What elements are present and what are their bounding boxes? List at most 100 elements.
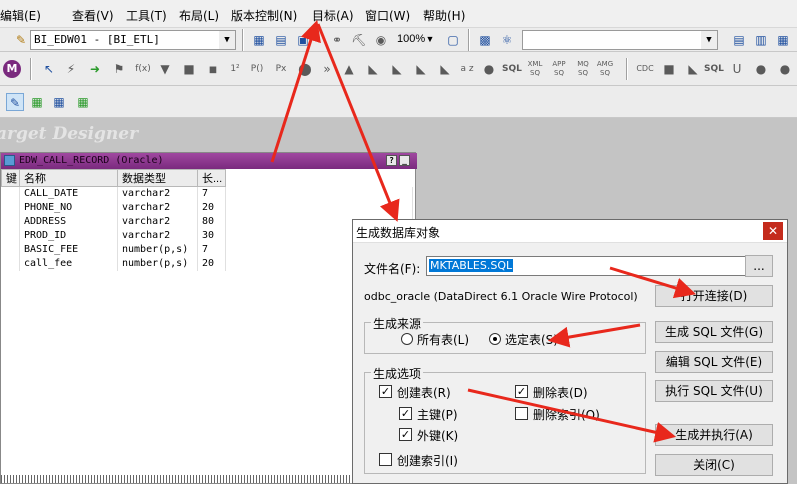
menu-edit[interactable]: 编辑(E) [0, 7, 41, 24]
target-icon[interactable]: ⚑ [110, 60, 128, 78]
close-icon[interactable]: ✕ [763, 222, 783, 240]
xml-sq-icon[interactable]: XML SQ [526, 60, 544, 78]
help-icon[interactable]: ? [386, 155, 397, 166]
layout-icon-2[interactable]: ▥ [752, 31, 770, 49]
more-icon[interactable]: ● [776, 60, 794, 78]
source-icon[interactable]: ➜ [86, 60, 104, 78]
sql-transform-icon[interactable]: SQL [704, 60, 724, 78]
sequence-icon[interactable]: 1² [226, 60, 244, 78]
expression-icon[interactable]: f(x) [134, 60, 152, 78]
normalizer-icon[interactable]: ⬤ [296, 60, 314, 78]
browse-button[interactable]: ... [745, 255, 773, 277]
drop-table-checkbox[interactable]: ✓ [515, 385, 528, 398]
execute-sql-button[interactable]: 执行 SQL 文件(U) [655, 380, 773, 402]
sorter-icon[interactable]: ◣ [412, 60, 430, 78]
custom-icon[interactable]: Px [272, 60, 290, 78]
table-row[interactable]: call_fee number(p,s) 20 [1, 256, 413, 271]
create-table-checkbox[interactable]: ✓ [379, 385, 392, 398]
table-row[interactable]: ADDRESS varchar2 80 [1, 214, 413, 229]
drop-index-checkbox[interactable] [515, 407, 528, 420]
validate-icon[interactable]: ▩ [476, 31, 494, 49]
joiner-icon[interactable]: ▲ [340, 60, 358, 78]
amg-sq-icon[interactable]: AMG SQ [596, 60, 614, 78]
overview-icon[interactable]: ▣ [294, 31, 312, 49]
lookup-icon[interactable]: ◣ [364, 60, 382, 78]
layout-icon-3[interactable]: ▦ [774, 31, 792, 49]
generate-and-execute-button[interactable]: 生成并执行(A) [655, 424, 773, 446]
unstructured-icon[interactable]: U [728, 60, 746, 78]
menu-version-control[interactable]: 版本控制(N) [231, 7, 297, 24]
mapplet-icon[interactable]: ◣ [684, 60, 702, 78]
sql-icon[interactable]: SQL [502, 60, 522, 78]
column-type: varchar2 [117, 186, 198, 201]
filename-field[interactable]: MKTABLES.SQL [426, 256, 746, 276]
debug-icon[interactable]: ⚛ [498, 31, 516, 49]
table-row[interactable]: CALL_DATE varchar2 7 [1, 186, 413, 201]
arrange-icon[interactable]: ⛏ [350, 31, 368, 49]
procedure-icon[interactable]: P() [248, 60, 266, 78]
table-row[interactable]: PHONE_NO varchar2 20 [1, 200, 413, 215]
selected-tables-radio[interactable] [489, 333, 501, 345]
link-column-icon[interactable]: ⚡ [62, 60, 80, 78]
repository-folder-select[interactable]: BI_EDW01 - [BI_ETL] ▼ [30, 30, 236, 50]
minimize-icon[interactable]: _ [399, 155, 410, 166]
fit-window-icon[interactable]: ▢ [444, 31, 462, 49]
chevron-down-icon[interactable]: ▼ [422, 30, 438, 48]
update-strategy-icon[interactable]: ◣ [388, 60, 406, 78]
menu-view[interactable]: 查看(V) [72, 7, 114, 24]
generate-sql-button[interactable]: 生成 SQL 文件(G) [655, 321, 773, 343]
primary-key-checkbox[interactable]: ✓ [399, 407, 412, 420]
layout-icon-1[interactable]: ▤ [730, 31, 748, 49]
search-icon[interactable]: ◉ [372, 31, 390, 49]
column-header-name: 名称 [19, 169, 118, 187]
radio-dot [493, 337, 497, 341]
link-icon[interactable]: ⚭ [328, 31, 346, 49]
output-window-icon[interactable]: ▤ [272, 31, 290, 49]
create-index-checkbox[interactable] [379, 453, 392, 466]
menu-tools[interactable]: 工具(T) [126, 7, 167, 24]
transform-icon[interactable]: ■ [660, 60, 678, 78]
table-icon[interactable]: ▦ [50, 93, 68, 111]
app-sq-icon[interactable]: APP SQ [550, 60, 568, 78]
zoom-select[interactable]: 100% ▼ [394, 30, 438, 50]
table-row[interactable]: BASIC_FEE number(p,s) 7 [1, 242, 413, 257]
toolbar-standard: ✎ BI_EDW01 - [BI_ETL] ▼ ▦ ▤ ▣ ⚭ ⛏ ◉ 100%… [0, 28, 797, 52]
column-header-key: 键 [1, 169, 20, 187]
edit-sql-button[interactable]: 编辑 SQL 文件(E) [655, 351, 773, 373]
filter-icon[interactable]: ▼ [156, 60, 174, 78]
target-table-title[interactable]: EDW_CALL_RECORD (Oracle) ? _ [1, 153, 417, 169]
primary-key-label: 主键(P) [417, 408, 458, 422]
target-designer-icon[interactable]: ✎ [6, 93, 24, 111]
xml-icon[interactable]: ● [480, 60, 498, 78]
open-connection-button[interactable]: 打开连接(D) [655, 285, 773, 307]
chevron-down-icon[interactable]: ▼ [219, 31, 235, 49]
menu-help[interactable]: 帮助(H) [423, 7, 465, 24]
empty-select[interactable]: ▼ [522, 30, 718, 50]
grid-icon[interactable]: ▦ [74, 93, 92, 111]
sort-az-icon[interactable]: a z [458, 60, 476, 78]
mq-sq-icon[interactable]: MQ SQ [574, 60, 592, 78]
table-row[interactable]: PROD_ID varchar2 30 [1, 228, 413, 243]
aggregator-icon[interactable]: ■ [180, 60, 198, 78]
source-analyzer-icon[interactable]: ▦ [28, 93, 46, 111]
all-tables-radio[interactable] [401, 333, 413, 345]
java-icon[interactable]: ● [752, 60, 770, 78]
dialog-titlebar[interactable]: 生成数据库对象 ✕ [353, 220, 787, 243]
column-length: 20 [197, 200, 226, 215]
menu-window[interactable]: 窗口(W) [365, 7, 410, 24]
column-length: 20 [197, 256, 226, 271]
drop-table-label: 删除表(D) [533, 386, 588, 400]
foreign-key-checkbox[interactable]: ✓ [399, 428, 412, 441]
mapping-designer-icon[interactable]: M [3, 60, 21, 78]
pointer-icon[interactable]: ↖ [40, 60, 58, 78]
menu-target[interactable]: 目标(A) [312, 7, 354, 24]
chevron-down-icon[interactable]: ▼ [701, 31, 717, 49]
menu-layout[interactable]: 布局(L) [179, 7, 219, 24]
folder-icon[interactable]: ✎ [12, 31, 30, 49]
union-icon[interactable]: ◣ [436, 60, 454, 78]
navigator-icon[interactable]: ▦ [250, 31, 268, 49]
cdc-icon[interactable]: CDC [636, 60, 654, 78]
router-icon[interactable]: » [318, 60, 336, 78]
rank-icon[interactable]: ◾ [204, 60, 222, 78]
dialog-close-button[interactable]: 关闭(C) [655, 454, 773, 476]
